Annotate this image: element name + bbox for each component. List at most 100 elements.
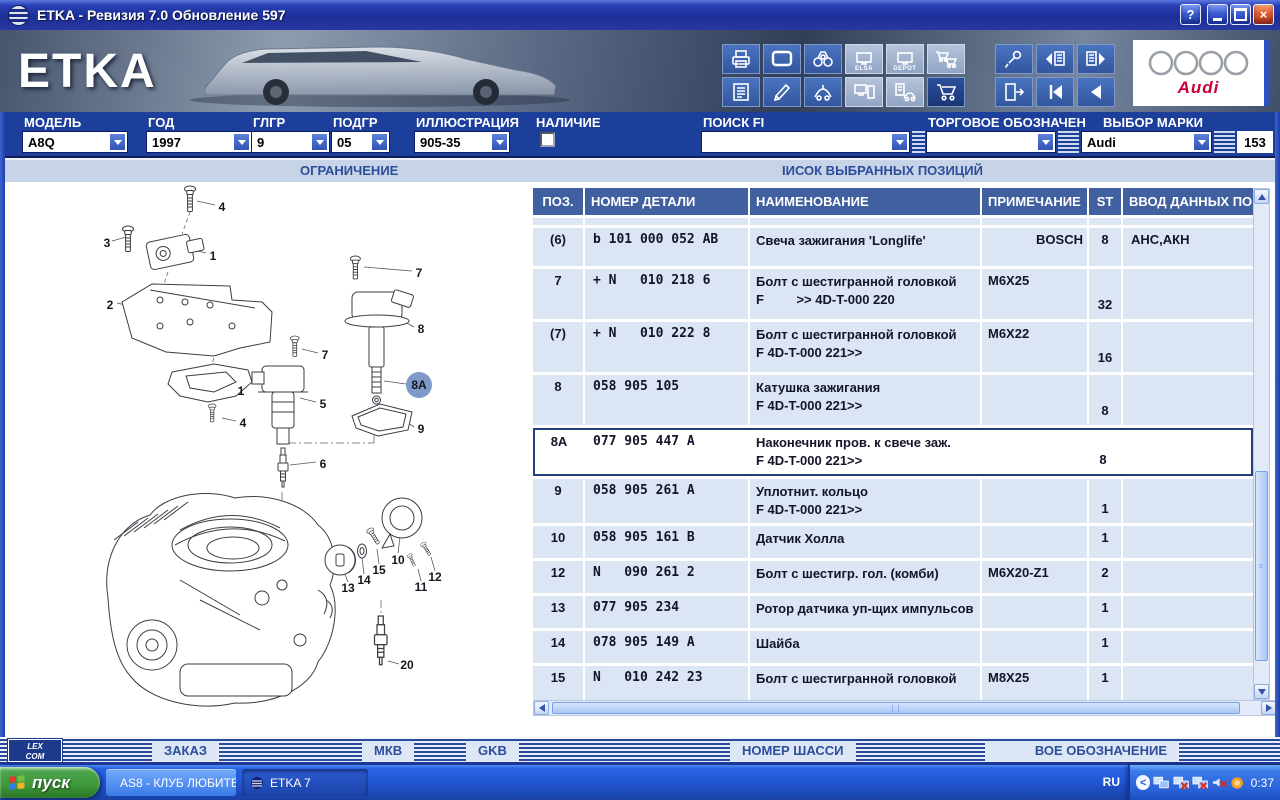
taskbar-clock[interactable]: 0:37	[1251, 776, 1274, 790]
scroll-up-button[interactable]	[1254, 189, 1269, 204]
elsa-button[interactable]: ELSA	[845, 44, 883, 74]
edit-button[interactable]	[763, 77, 801, 107]
parts-diagram[interactable]: 431271456788A913141510111220	[0, 182, 533, 737]
subgroup-select[interactable]: 05	[331, 131, 390, 153]
search-button[interactable]	[804, 44, 842, 74]
tray-collapse-chevron-icon[interactable]: <	[1136, 775, 1150, 790]
table-row[interactable]: 15 N 010 242 23 Болт с шестигранной голо…	[533, 666, 1253, 700]
diagram-callout-label: 6	[320, 457, 327, 471]
diagram-callout-label[interactable]: 8A	[411, 378, 427, 392]
table-vertical-scrollbar[interactable]: ≡	[1253, 188, 1270, 700]
trade-name-select[interactable]	[926, 131, 1056, 153]
taskbar-task-browser[interactable]: AS8 - КЛУБ ЛЮБИТЕ...	[106, 769, 236, 796]
previous-page-button[interactable]	[1077, 77, 1115, 107]
diagram-callout-label: 1	[238, 384, 245, 398]
year-select[interactable]: 1997	[146, 131, 252, 153]
scroll-right-button[interactable]	[1261, 701, 1276, 715]
table-row[interactable]: 7 + N 010 218 6 Болт с шестигранной голо…	[533, 269, 1253, 319]
maximize-icon	[1234, 8, 1247, 21]
chevron-down-icon[interactable]	[109, 133, 126, 151]
row-quantity: 8	[1087, 430, 1119, 474]
status-order[interactable]: ЗАКАЗ	[152, 741, 219, 761]
chevron-down-icon[interactable]	[1037, 133, 1054, 151]
document-car-button[interactable]	[886, 77, 924, 107]
table-row[interactable]: (7) + N 010 222 8 Болт с шестигранной го…	[533, 322, 1253, 372]
etka-app-icon	[8, 5, 29, 26]
print-button[interactable]	[722, 44, 760, 74]
section-header-bar: ОГРАНИЧЕНИЕ ІИСОК ВЫБРАННЫХ ПОЗИЦИЙ	[0, 158, 1280, 182]
help-button[interactable]: ?	[1180, 4, 1201, 25]
row-quantity: 32	[1089, 269, 1121, 319]
window-title: ETKA - Ревизия 7.0 Обновление 597	[37, 7, 286, 23]
exit-icon	[1003, 82, 1025, 102]
horizontal-scroll-thumb[interactable]: | |	[552, 702, 1240, 714]
search-fi-select[interactable]	[701, 131, 910, 153]
first-page-button[interactable]	[1036, 77, 1074, 107]
status-mkb[interactable]: МКВ	[362, 741, 414, 761]
subgroup-label: ПОДГР	[333, 115, 378, 130]
status-chassis-number[interactable]: НОМЕР ШАССИ	[730, 741, 856, 761]
table-row[interactable]: 9 058 905 261 A Уплотнит. кольцоF 4D-T-0…	[533, 479, 1253, 523]
table-horizontal-scrollbar[interactable]: | |	[533, 700, 1277, 716]
row-quantity: 2	[1089, 561, 1121, 593]
table-row[interactable]: 8 058 905 105 Катушка зажиганияF 4D-T-00…	[533, 375, 1253, 425]
chevron-down-icon[interactable]	[491, 133, 508, 151]
brand-select[interactable]: Audi	[1081, 131, 1212, 153]
vertical-scroll-thumb[interactable]: ≡	[1255, 471, 1268, 661]
taskbar-task-etka[interactable]: ETKA 7	[242, 769, 368, 796]
model-select[interactable]: A8Q	[22, 131, 128, 153]
language-indicator[interactable]: RU	[1103, 775, 1120, 789]
chevron-down-icon[interactable]	[891, 133, 908, 151]
close-button[interactable]: ×	[1253, 4, 1274, 25]
diagram-callout-label: 11	[415, 580, 428, 594]
table-row[interactable]: 13 077 905 234 Ротор датчика уп-щих импу…	[533, 596, 1253, 628]
next-document-button[interactable]	[1077, 44, 1115, 74]
scroll-down-button[interactable]	[1254, 684, 1269, 699]
col-data-entry: ВВОД ДАННЫХ ПО	[1123, 188, 1253, 215]
scroll-left-button[interactable]	[534, 701, 549, 715]
table-row[interactable]: 14 078 905 149 A Шайба 1	[533, 631, 1253, 663]
tray-alert-icon[interactable]	[1230, 775, 1244, 790]
row-note: M8X25	[982, 666, 1087, 700]
previous-document-button[interactable]	[1036, 44, 1074, 74]
maingroup-select[interactable]: 9	[251, 131, 330, 153]
tray-connection-error-icon[interactable]	[1173, 775, 1189, 790]
exit-button[interactable]	[995, 77, 1033, 107]
car-info-button[interactable]	[804, 77, 842, 107]
chevron-down-icon[interactable]	[1193, 133, 1210, 151]
parts-list-button[interactable]	[722, 77, 760, 107]
depot-button[interactable]: DEPOT	[886, 44, 924, 74]
preview-frame-button[interactable]	[763, 44, 801, 74]
table-row[interactable]: 8A 077 905 447 A Наконечник пров. к свеч…	[533, 428, 1253, 476]
row-data-entry	[1123, 375, 1253, 425]
brand-select-label: ВЫБОР МАРКИ	[1103, 115, 1203, 130]
stripe-decor	[1214, 131, 1235, 153]
availability-checkbox[interactable]	[540, 132, 555, 147]
tray-volume-muted-icon[interactable]	[1211, 775, 1227, 790]
chevron-down-icon[interactable]	[233, 133, 250, 151]
table-row[interactable]: (6) b 101 000 052 AB Свеча зажигания 'Lo…	[533, 228, 1253, 266]
cart-button[interactable]	[927, 77, 965, 107]
start-button[interactable]: пуск	[0, 767, 100, 798]
pin-button[interactable]	[995, 44, 1033, 74]
carts-icon	[935, 49, 957, 69]
table-row[interactable]: 12 N 090 261 2 Болт с шестигр. гол. (ком…	[533, 561, 1253, 593]
row-part-number: 078 905 149 A	[585, 631, 748, 663]
table-row[interactable]: 10 058 905 161 B Датчик Холла 1	[533, 526, 1253, 558]
cart-icon	[935, 82, 957, 102]
minimize-button[interactable]	[1207, 4, 1228, 25]
tray-connection-error2-icon[interactable]	[1192, 775, 1208, 790]
system-tray: < 0:37	[1128, 765, 1280, 800]
diagram-line-art	[107, 186, 435, 706]
header-banner: ETKA ELSA DEPOT	[0, 30, 1280, 112]
chevron-down-icon[interactable]	[311, 133, 328, 151]
row-part-number: 058 905 161 B	[585, 526, 748, 558]
status-gkb[interactable]: GKB	[466, 741, 519, 761]
maximize-button[interactable]	[1230, 4, 1251, 25]
tray-lan-icon[interactable]	[1153, 775, 1169, 790]
chevron-down-icon[interactable]	[371, 133, 388, 151]
illustration-select[interactable]: 905-35	[414, 131, 510, 153]
status-designation[interactable]: ВОЕ ОБОЗНАЧЕНИЕ	[985, 741, 1179, 761]
monitor-document-button[interactable]	[845, 77, 883, 107]
carts-button[interactable]	[927, 44, 965, 74]
